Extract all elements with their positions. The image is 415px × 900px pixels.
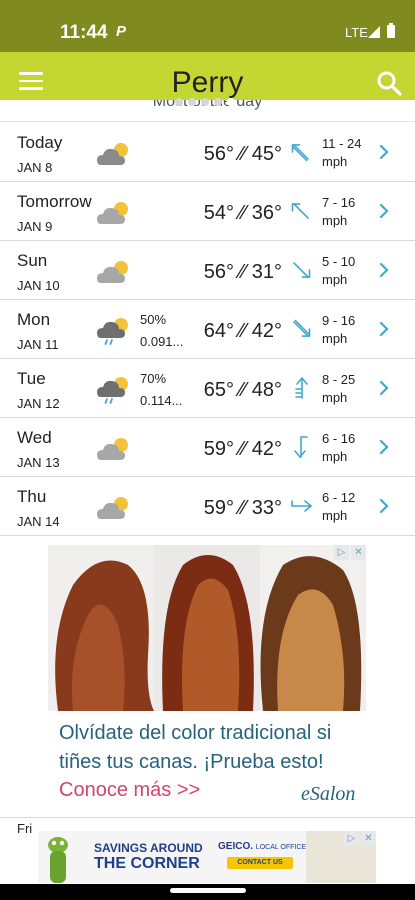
day-name: Fri — [17, 821, 33, 836]
signal-icon — [368, 26, 380, 38]
temperature-range: 56° ⁄⁄ 45° — [203, 143, 282, 165]
banner-advertisement[interactable]: SAVINGS AROUND THE CORNER GEICO. LOCAL O… — [38, 831, 376, 883]
forecast-row[interactable]: Mon JAN 11 50% 0.091... 64° ⁄⁄ 42° 9 - 1… — [0, 300, 415, 359]
wind-direction-icon — [291, 144, 309, 162]
partly-cloudy-icon — [97, 261, 128, 283]
wind-direction-icon — [293, 319, 311, 337]
page-dot[interactable] — [175, 98, 183, 106]
wind-direction-icon — [294, 436, 308, 459]
page-dot[interactable] — [214, 98, 222, 106]
battery-icon — [387, 23, 395, 38]
day-date: JAN 11 — [17, 337, 59, 352]
page-indicator — [175, 98, 245, 106]
wind-direction-icon — [291, 203, 309, 219]
day-date: JAN 14 — [17, 514, 60, 529]
day-name: Sun — [17, 251, 48, 270]
partly-cloudy-icon — [97, 143, 128, 165]
row-divider — [0, 817, 415, 818]
day-name: Wed — [17, 428, 52, 447]
banner-headline: SAVINGS AROUND THE CORNER — [94, 841, 203, 872]
network-type: LTE — [345, 25, 368, 40]
status-bar: 11:44 P LTE — [0, 0, 415, 52]
day-name: Tue — [17, 369, 46, 388]
partly-cloudy-icon — [97, 202, 128, 224]
ad-brand-logo: eSalon — [301, 783, 356, 805]
precip-chance: 50% — [140, 312, 167, 327]
rain-partly-cloudy-icon — [97, 377, 128, 404]
page-dot-active[interactable] — [227, 98, 235, 106]
home-gesture-handle[interactable] — [170, 888, 246, 893]
ad-headline: Olvídate del color tradicional si tiñes … — [59, 722, 332, 773]
precip-chance: 70% — [140, 371, 167, 386]
page-dot[interactable] — [188, 98, 196, 106]
ad-close-icon[interactable]: ✕ — [361, 831, 376, 846]
ad-close-icon[interactable]: ✕ — [351, 545, 366, 560]
ad-choices-icon[interactable]: ▷ — [344, 831, 359, 846]
forecast-row[interactable]: Wed JAN 13 59° ⁄⁄ 42° 6 - 16 mph — [0, 418, 415, 477]
wind-direction-icon — [291, 500, 312, 512]
page-dot[interactable] — [201, 98, 209, 106]
chevron-right-icon[interactable] — [378, 143, 390, 161]
advertisement[interactable]: ▷ ✕ Olvídate del color tradicional si ti… — [48, 545, 366, 816]
wind-speed: 7 - 16 mph — [322, 195, 356, 228]
precip-amount: 0.114... — [140, 393, 183, 408]
contact-us-button[interactable]: CONTACT US — [227, 857, 293, 869]
temperature-range: 59° ⁄⁄ 33° — [203, 497, 282, 519]
day-name: Thu — [17, 487, 47, 506]
chevron-right-icon[interactable] — [378, 379, 390, 397]
forecast-row[interactable]: Sun JAN 10 56° ⁄⁄ 31° 5 - 10 mph — [0, 241, 415, 300]
wind-speed: 9 - 16 mph — [322, 313, 356, 346]
day-date: JAN 12 — [17, 396, 60, 411]
temperature-range: 64° ⁄⁄ 42° — [203, 320, 282, 342]
forecast-row[interactable]: Thu JAN 14 59° ⁄⁄ 33° 6 - 12 mph — [0, 477, 415, 536]
temperature-range: 65° ⁄⁄ 48° — [203, 379, 282, 401]
wind-direction-icon — [293, 262, 311, 278]
location-title: Perry — [171, 66, 244, 99]
temperature-range: 56° ⁄⁄ 31° — [203, 261, 282, 283]
gecko-mascot-icon — [48, 837, 68, 883]
chevron-right-icon[interactable] — [378, 202, 390, 220]
wind-speed: 6 - 12 mph — [322, 490, 356, 523]
temperature-range: 59° ⁄⁄ 42° — [203, 438, 282, 460]
wind-speed: 6 - 16 mph — [322, 431, 356, 464]
precip-amount: 0.091... — [140, 334, 184, 349]
status-time: 11:44 — [60, 22, 108, 43]
chevron-right-icon[interactable] — [378, 320, 390, 338]
day-date: JAN 10 — [17, 278, 60, 293]
partly-cloudy-icon — [97, 497, 128, 519]
forecast-row[interactable]: Today JAN 8 56° ⁄⁄ 45° 11 - 24 mph — [0, 123, 415, 182]
ad-choices-icon[interactable]: ▷ — [334, 545, 349, 560]
search-icon[interactable] — [376, 70, 402, 96]
wind-direction-icon — [295, 376, 308, 399]
forecast-row[interactable]: Tue JAN 12 70% 0.114... 65° ⁄⁄ 48° 8 - 2… — [0, 359, 415, 418]
wind-speed: 5 - 10 mph — [322, 254, 356, 287]
ad-hair-photo — [48, 545, 366, 711]
system-nav-bar — [0, 884, 415, 900]
day-date: JAN 13 — [17, 455, 60, 470]
temperature-range: 54° ⁄⁄ 36° — [203, 202, 282, 224]
rain-partly-cloudy-icon — [97, 318, 128, 345]
wind-speed: 8 - 25 mph — [322, 372, 356, 405]
ad-choices[interactable]: ▷ ✕ — [344, 831, 376, 846]
day-name: Today — [17, 133, 63, 152]
chevron-right-icon[interactable] — [378, 497, 390, 515]
partly-cloudy-icon — [97, 438, 128, 460]
wind-speed: 11 - 24 mph — [322, 136, 362, 169]
day-date: JAN 9 — [17, 219, 53, 234]
day-name: Tomorrow — [17, 192, 92, 211]
ad-cta-link[interactable]: Conoce más >> — [59, 779, 200, 802]
forecast-row[interactable]: Tomorrow JAN 9 54° ⁄⁄ 36° 7 - 16 mph — [0, 182, 415, 241]
day-name: Mon — [17, 310, 51, 329]
chevron-right-icon[interactable] — [378, 261, 390, 279]
ad-choices[interactable]: ▷ ✕ — [334, 545, 366, 560]
banner-brand: GEICO. LOCAL OFFICE — [218, 841, 307, 852]
chevron-right-icon[interactable] — [378, 438, 390, 456]
notification-app-icon: P — [116, 23, 127, 40]
day-date: JAN 8 — [17, 160, 53, 175]
